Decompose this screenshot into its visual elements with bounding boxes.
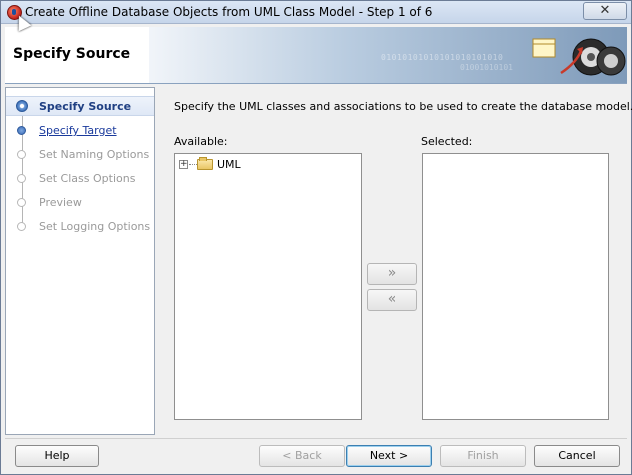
add-selected-button[interactable]: »: [367, 263, 417, 285]
selected-label: Selected:: [421, 135, 473, 148]
back-button[interactable]: < Back: [259, 445, 345, 467]
step-instructions: Specify the UML classes and associations…: [174, 100, 632, 113]
step-specify-target[interactable]: Specify Target: [6, 121, 154, 141]
step-label: Set Logging Options: [39, 220, 151, 233]
step-label: Set Naming Options: [39, 148, 150, 161]
step-label: Set Class Options: [39, 172, 136, 185]
step-disabled-icon: [17, 150, 26, 159]
finish-button[interactable]: Finish: [440, 445, 526, 467]
title-bar[interactable]: Create Offline Database Objects from UML…: [1, 1, 631, 24]
step-preview: Preview: [6, 193, 154, 213]
step-current-icon: [16, 100, 28, 112]
remove-selected-button[interactable]: «: [367, 289, 417, 311]
step-disabled-icon: [17, 222, 26, 231]
database-wizard-icon: [532, 38, 626, 76]
banner-title: Specify Source: [13, 46, 131, 62]
step-label: Preview: [39, 196, 82, 209]
step-set-logging-options: Set Logging Options: [6, 217, 154, 237]
help-button[interactable]: Help: [15, 445, 99, 467]
step-set-class-options: Set Class Options: [6, 169, 154, 189]
step-specify-source[interactable]: Specify Source: [6, 96, 154, 116]
window-title: Create Offline Database Objects from UML…: [25, 5, 433, 19]
available-label: Available:: [174, 135, 228, 148]
banner-binary-text-2: 01001010101: [460, 63, 513, 72]
tree-node-uml[interactable]: + UML: [179, 157, 279, 171]
expand-icon[interactable]: +: [179, 160, 188, 169]
wizard-steps-panel: Specify Source Specify Target Set Naming…: [5, 87, 155, 435]
step-banner: Specify Source 01010101010101010101010 0…: [5, 27, 627, 84]
folder-icon: [197, 157, 213, 170]
footer-separator: [5, 438, 627, 439]
available-tree[interactable]: + UML: [174, 153, 362, 420]
step-disabled-icon: [17, 198, 26, 207]
step-set-naming-options: Set Naming Options: [6, 145, 154, 165]
selected-list[interactable]: [422, 153, 609, 420]
step-disabled-icon: [17, 174, 26, 183]
step-label: Specify Target: [39, 124, 117, 137]
next-button[interactable]: Next >: [346, 445, 432, 467]
cancel-button[interactable]: Cancel: [534, 445, 620, 467]
step-label: Specify Source: [39, 100, 132, 113]
banner-binary-text: 01010101010101010101010: [381, 53, 504, 62]
step-available-icon: [17, 126, 26, 135]
tree-node-label: UML: [217, 158, 241, 171]
close-button[interactable]: ✕: [583, 2, 627, 20]
wizard-window: Create Offline Database Objects from UML…: [0, 0, 632, 475]
